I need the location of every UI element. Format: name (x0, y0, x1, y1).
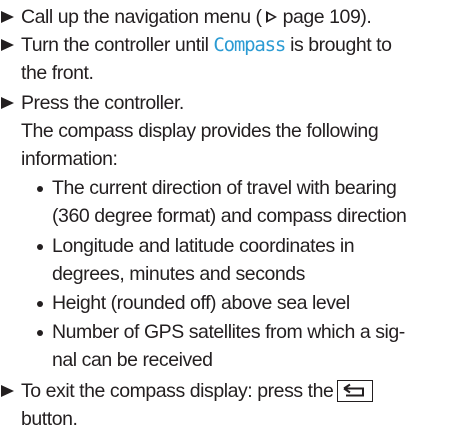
step-arrow-icon (1, 11, 14, 23)
list-item-text: Longitude and latitude coordinates in de… (52, 232, 355, 288)
step-arrow-icon (1, 97, 14, 109)
step-line: Press the controller. (21, 92, 184, 114)
step-text: Turn the controller until Compass is bro… (21, 31, 392, 87)
list-item-text: Height (rounded off) above sea level (52, 289, 350, 317)
step-text-part: Call up the navigation menu ( (21, 6, 262, 28)
list-item-line: Longitude and latitude coordinates in (52, 235, 355, 257)
back-button-icon (337, 380, 374, 402)
list-item-line: degrees, minutes and seconds (52, 263, 305, 285)
step-line: Turn the controller until Compass is bro… (21, 31, 392, 59)
bullet-icon (37, 330, 43, 336)
step-line: button. (21, 408, 78, 430)
step-text: Press the controller. The compass displa… (21, 89, 379, 173)
list-item-line: (360 degree format) and compass directio… (52, 205, 407, 227)
step-text: To exit the compass display: press the b… (21, 377, 374, 433)
step-text-part: is brought to (285, 34, 392, 56)
compass-instructions: Call up the navigation menu (page 109). … (0, 0, 471, 430)
bullet-icon (37, 301, 43, 307)
step-arrow-icon (1, 385, 14, 397)
step-line: To exit the compass display: press the (21, 377, 374, 405)
list-item-line: The current direction of travel with bea… (52, 177, 397, 199)
page-reference-icon (265, 11, 277, 24)
step-text: Call up the navigation menu ( page 109). (21, 3, 372, 31)
step-text-part: To exit the compass display: press the (21, 380, 334, 402)
step-line: The compass display provides the followi… (21, 120, 379, 142)
step-arrow-icon (1, 39, 14, 51)
menu-term-compass: Compass (213, 34, 286, 56)
step-text-part: Turn the controller until (21, 34, 214, 56)
list-item-text: Number of GPS satellites from which a si… (52, 318, 405, 374)
back-arrow-glyph (343, 383, 365, 397)
list-item-text: The current direction of travel with bea… (52, 174, 407, 230)
list-item-line: Number of GPS satellites from which a si… (52, 321, 405, 343)
step-text-part: page 109). (282, 6, 372, 28)
list-item-line: nal can be received (52, 349, 213, 371)
bullet-icon (37, 244, 43, 250)
step-line: the front. (21, 62, 94, 84)
bullet-icon (37, 186, 43, 192)
step-line: Call up the navigation menu ( page 109). (21, 3, 372, 31)
step-line: information: (21, 148, 118, 170)
list-item-line: Height (rounded off) above sea level (52, 292, 350, 314)
